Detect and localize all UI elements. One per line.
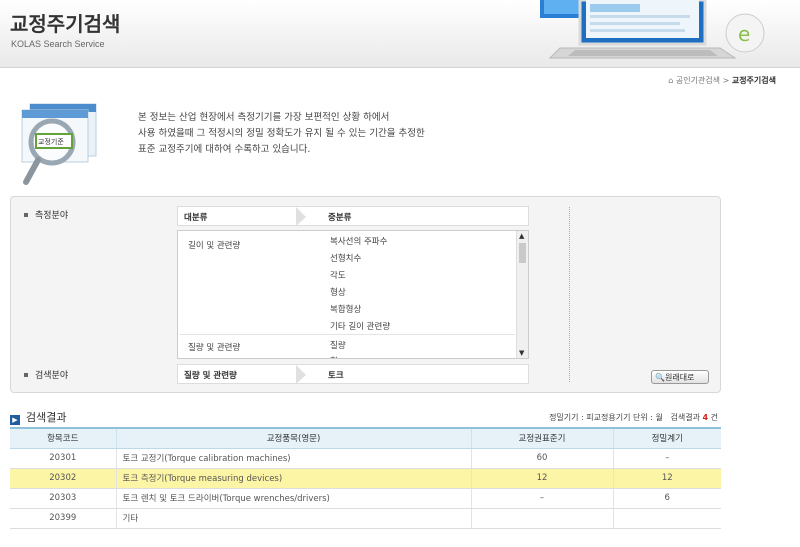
breadcrumb-current: 교정주기검색 bbox=[731, 76, 776, 85]
intro-line: 표준 교정주기에 대하여 수록하고 있습니다. bbox=[138, 144, 311, 155]
major-category[interactable]: 질량 및 관련량 bbox=[188, 341, 240, 353]
column-header: 교정품목(영문) bbox=[115, 427, 471, 449]
category-header: 대분류 중분류 bbox=[177, 206, 529, 226]
search-panel: 측정분야 대분류 중분류 길이 및 관련량 복사선의 주파수 선형치수 각도 형… bbox=[10, 196, 721, 393]
arrow-icon: ▶ bbox=[10, 415, 20, 425]
field-label: 측정분야 bbox=[21, 208, 68, 221]
table-row[interactable]: 20301 토크 교정기(Torque calibration machines)… bbox=[10, 448, 721, 469]
column-header: 교정권표준기 bbox=[470, 427, 613, 449]
intro-badge: 교정기준 bbox=[38, 137, 64, 146]
major-category[interactable]: 길이 및 관련량 bbox=[188, 239, 240, 251]
svg-text:e: e bbox=[738, 22, 750, 46]
header-laptop-illustration: e bbox=[540, 0, 765, 59]
breadcrumb-home[interactable]: 공인기관검색 bbox=[676, 76, 720, 85]
scroll-up-icon[interactable]: ▲ bbox=[519, 232, 524, 240]
selected-major: 질량 및 관련량 bbox=[184, 371, 237, 381]
category-group: 길이 및 관련량 복사선의 주파수 선형치수 각도 형상 복합형상 기타 길이 … bbox=[178, 237, 518, 339]
home-icon[interactable]: ⌂ bbox=[668, 76, 673, 85]
intro-line: 본 정보는 산업 현장에서 측정기기를 가장 보편적인 상황 하에서 bbox=[138, 112, 390, 123]
column-header: 정밀계기 bbox=[612, 427, 721, 449]
table-row[interactable]: 20303 토크 렌치 및 토크 드라이버(Torque wrenches/dri… bbox=[10, 488, 721, 509]
minor-category[interactable]: 복사선의 주파수 bbox=[330, 235, 387, 247]
list-scrollbar[interactable]: ▲ ▼ bbox=[516, 231, 528, 358]
minor-category[interactable]: 형상 bbox=[330, 286, 346, 298]
minor-category[interactable]: 각도 bbox=[330, 269, 346, 281]
minor-category[interactable]: 힘 bbox=[330, 355, 338, 358]
reset-button[interactable]: 🔍원래대로 bbox=[651, 370, 709, 384]
divider bbox=[569, 207, 570, 382]
search-icon: 🔍 bbox=[655, 372, 665, 382]
minor-category-header: 중분류 bbox=[328, 213, 352, 223]
intro-line: 사용 하였을때 그 적정시의 정밀 정확도가 유지 될 수 있는 기간을 추정한 bbox=[138, 128, 425, 139]
category-list[interactable]: 길이 및 관련량 복사선의 주파수 선형치수 각도 형상 복합형상 기타 길이 … bbox=[177, 230, 529, 359]
selected-path: 질량 및 관련량 토크 bbox=[177, 364, 529, 384]
selected-minor: 토크 bbox=[328, 371, 344, 381]
scroll-thumb[interactable] bbox=[519, 243, 526, 263]
magnifier-illustration: 교정기준 bbox=[21, 103, 97, 185]
page-header: 교정주기검색 KOLAS Search Service e bbox=[0, 0, 800, 68]
results-info: 정밀기기 : 피교정용기기 단위 : 월 검색결과 4 건 bbox=[549, 413, 718, 422]
breadcrumb-separator: > bbox=[722, 76, 730, 85]
minor-category[interactable]: 기타 길이 관련량 bbox=[330, 320, 390, 332]
category-group: 질량 및 관련량 질량 힘 bbox=[178, 339, 518, 358]
results-heading: ▶ 검색결과 bbox=[10, 409, 66, 425]
breadcrumb: ⌂ 공인기관검색 > 교정주기검색 bbox=[668, 75, 776, 86]
table-row[interactable]: 20399 기타 bbox=[10, 508, 721, 529]
table-row[interactable]: 20302 토크 측정기(Torque measuring devices) 12 1… bbox=[10, 468, 721, 489]
results-table: 항목코드 교정품목(영문) 교정권표준기 정밀계기 20301 토크 교정기(To… bbox=[10, 427, 721, 529]
intro-description: 본 정보는 산업 현장에서 측정기기를 가장 보편적인 상황 하에서 사용 하였… bbox=[138, 110, 425, 158]
minor-category[interactable]: 복합형상 bbox=[330, 303, 361, 315]
minor-category[interactable]: 질량 bbox=[330, 339, 346, 351]
scroll-down-icon[interactable]: ▼ bbox=[519, 349, 524, 357]
page-subtitle: KOLAS Search Service bbox=[11, 39, 105, 49]
minor-category[interactable]: 선형치수 bbox=[330, 252, 361, 264]
major-category-header: 대분류 bbox=[184, 213, 208, 223]
column-header: 항목코드 bbox=[10, 427, 116, 449]
area-label: 검색분야 bbox=[21, 368, 68, 381]
page-title: 교정주기검색 bbox=[10, 12, 121, 36]
